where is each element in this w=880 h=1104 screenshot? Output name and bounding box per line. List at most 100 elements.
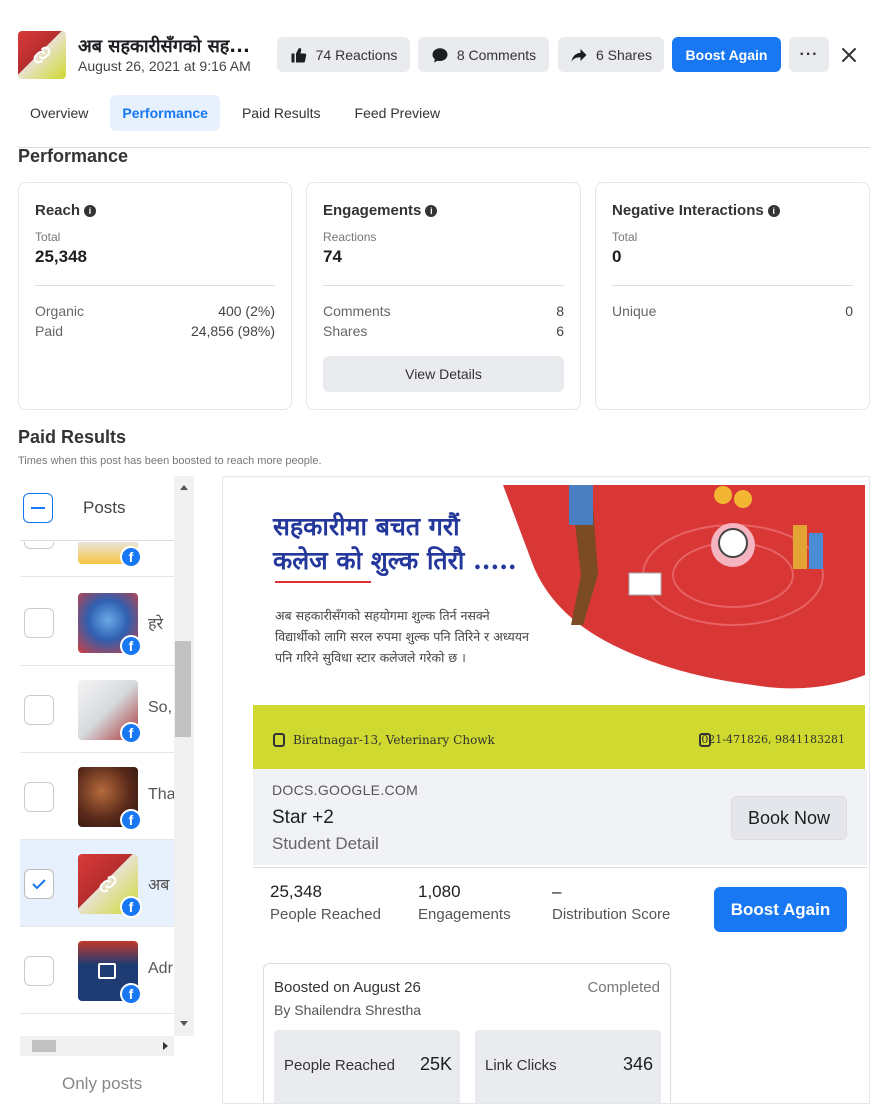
- boost-again-button[interactable]: Boost Again: [714, 887, 847, 932]
- boost-preview-panel: सहकारीमा बचत गरौं कलेज को शुल्क तिरौ ...…: [222, 476, 870, 1104]
- checkmark-icon: [32, 879, 46, 890]
- only-posts-label: Only posts: [62, 1074, 143, 1093]
- link-preview-bar[interactable]: DOCS.GOOGLE.COM Star +2 Student Detail B…: [253, 769, 867, 865]
- table-icon: [98, 963, 116, 979]
- negative-unique-row: Unique 0: [612, 303, 853, 319]
- boost-again-button[interactable]: Boost Again: [672, 37, 781, 72]
- link-domain: DOCS.GOOGLE.COM: [272, 782, 419, 798]
- tab-overview[interactable]: Overview: [18, 95, 100, 131]
- reach-card: Reach i Total 25,348 Organic 400 (2%) Pai…: [18, 182, 292, 410]
- boost-stats: 25,348 People Reached 1,080 Engagements …: [253, 867, 867, 953]
- ad-address: Biratnagar-13, Veterinary Chowk: [293, 733, 495, 747]
- posts-list-header: Posts: [20, 476, 174, 541]
- link-icon: [99, 875, 117, 893]
- boost-date: Boosted on August 26: [274, 979, 421, 996]
- post-checkbox[interactable]: [24, 542, 54, 549]
- paid-results-heading: Paid Results: [18, 427, 127, 447]
- tab-performance[interactable]: Performance: [110, 95, 220, 131]
- post-checkbox[interactable]: [24, 956, 54, 986]
- more-options-button[interactable]: ···: [789, 37, 829, 72]
- ad-headline-line2: कलेज को शुल्क तिरौ .....: [273, 546, 517, 575]
- facebook-icon: f: [120, 896, 142, 918]
- info-icon[interactable]: i: [767, 204, 780, 217]
- scroll-up-arrow-icon[interactable]: [180, 485, 188, 490]
- post-text: अब: [148, 877, 170, 894]
- reach-total-value: 25,348: [35, 247, 87, 266]
- comment-icon: [432, 47, 448, 62]
- vertical-scrollbar[interactable]: [174, 476, 194, 1036]
- link-clicks-metric: Link Clicks 346: [475, 1030, 661, 1103]
- posts-list: f f हरे f So, f Tha f अब f Adr: [20, 542, 174, 1016]
- ad-footer-band: Biratnagar-13, Veterinary Chowk 021-4718…: [253, 705, 865, 769]
- list-item[interactable]: f हरे: [20, 579, 174, 666]
- post-checkbox[interactable]: [24, 695, 54, 725]
- share-icon: [571, 48, 587, 62]
- comments-label: 8 Comments: [456, 46, 537, 63]
- post-checkbox[interactable]: [24, 608, 54, 638]
- facebook-icon: f: [120, 722, 142, 744]
- negative-total-label: Total: [612, 230, 638, 244]
- scroll-down-arrow-icon[interactable]: [180, 1021, 188, 1026]
- card-divider: [35, 285, 275, 286]
- scroll-right-arrow-icon[interactable]: [163, 1042, 168, 1050]
- post-text: Tha: [148, 786, 174, 803]
- engagements-total-label: Reactions: [323, 230, 377, 244]
- shares-button[interactable]: 6 Shares: [558, 37, 664, 72]
- view-details-button[interactable]: View Details: [323, 356, 564, 392]
- reactions-label: 74 Reactions: [315, 46, 398, 63]
- engagements-shares-row: Shares 6: [323, 323, 564, 339]
- reactions-button[interactable]: 74 Reactions: [277, 37, 410, 72]
- paid-results-subtitle: Times when this post has been boosted to…: [18, 455, 322, 467]
- posts-header-label: Posts: [83, 498, 126, 517]
- post-text: So,: [148, 699, 173, 716]
- post-thumbnail: [18, 31, 66, 79]
- post-checkbox-checked[interactable]: [24, 869, 54, 899]
- engagements-card: Engagements i Reactions 74 Comments 8 Sha…: [306, 182, 581, 410]
- ad-underline: [275, 581, 371, 583]
- select-all-checkbox[interactable]: [23, 493, 53, 523]
- post-date: August 26, 2021 at 9:16 AM: [78, 58, 251, 74]
- reach-paid-row: Paid 24,856 (98%): [35, 323, 275, 339]
- post-checkbox[interactable]: [24, 782, 54, 812]
- people-reached-stat: 25,348 People Reached: [270, 882, 381, 923]
- reach-organic-row: Organic 400 (2%): [35, 303, 275, 319]
- engagements-stat: 1,080 Engagements: [418, 882, 511, 923]
- list-item[interactable]: f Tha: [20, 753, 174, 840]
- close-icon[interactable]: [838, 44, 860, 66]
- list-item[interactable]: f: [20, 542, 174, 577]
- card-divider: [612, 285, 853, 286]
- list-item-selected[interactable]: f अब: [20, 840, 174, 927]
- negative-total-value: 0: [612, 247, 622, 266]
- scrollbar-thumb[interactable]: [32, 1040, 56, 1052]
- tab-bar: Overview Performance Paid Results Feed P…: [18, 95, 462, 131]
- list-item[interactable]: f Adr: [20, 927, 174, 1014]
- info-icon[interactable]: i: [425, 204, 438, 217]
- engagements-total-value: 74: [323, 247, 342, 266]
- link-icon: [30, 43, 54, 67]
- comments-button[interactable]: 8 Comments: [418, 37, 549, 72]
- boost-history-card: Boosted on August 26 Completed By Shaile…: [263, 963, 671, 1103]
- book-now-button[interactable]: Book Now: [731, 796, 847, 840]
- horizontal-scrollbar[interactable]: [20, 1036, 174, 1056]
- post-title: अब सहकारीसँगको सह...: [78, 36, 250, 57]
- list-item[interactable]: f So,: [20, 666, 174, 753]
- engagements-title: Engagements i: [323, 202, 438, 219]
- header-divider: [18, 147, 870, 148]
- link-description: Student Detail: [272, 834, 379, 853]
- facebook-icon: f: [120, 635, 142, 657]
- link-title: Star +2: [272, 807, 334, 828]
- negative-title: Negative Interactions i: [612, 202, 780, 219]
- performance-heading: Performance: [18, 146, 129, 166]
- ellipsis-icon: ···: [799, 45, 819, 63]
- tab-paid-results[interactable]: Paid Results: [230, 95, 333, 131]
- scrollbar-thumb[interactable]: [175, 641, 191, 737]
- card-divider: [323, 285, 564, 286]
- people-reached-metric: People Reached 25K: [274, 1030, 460, 1103]
- info-icon[interactable]: i: [84, 204, 97, 217]
- thumbs-up-icon: [291, 47, 306, 63]
- facebook-icon: f: [120, 546, 142, 568]
- list-item[interactable]: [20, 1014, 174, 1016]
- tab-feed-preview[interactable]: Feed Preview: [343, 95, 453, 131]
- location-icon: [273, 733, 285, 747]
- post-text: Adr: [148, 960, 173, 977]
